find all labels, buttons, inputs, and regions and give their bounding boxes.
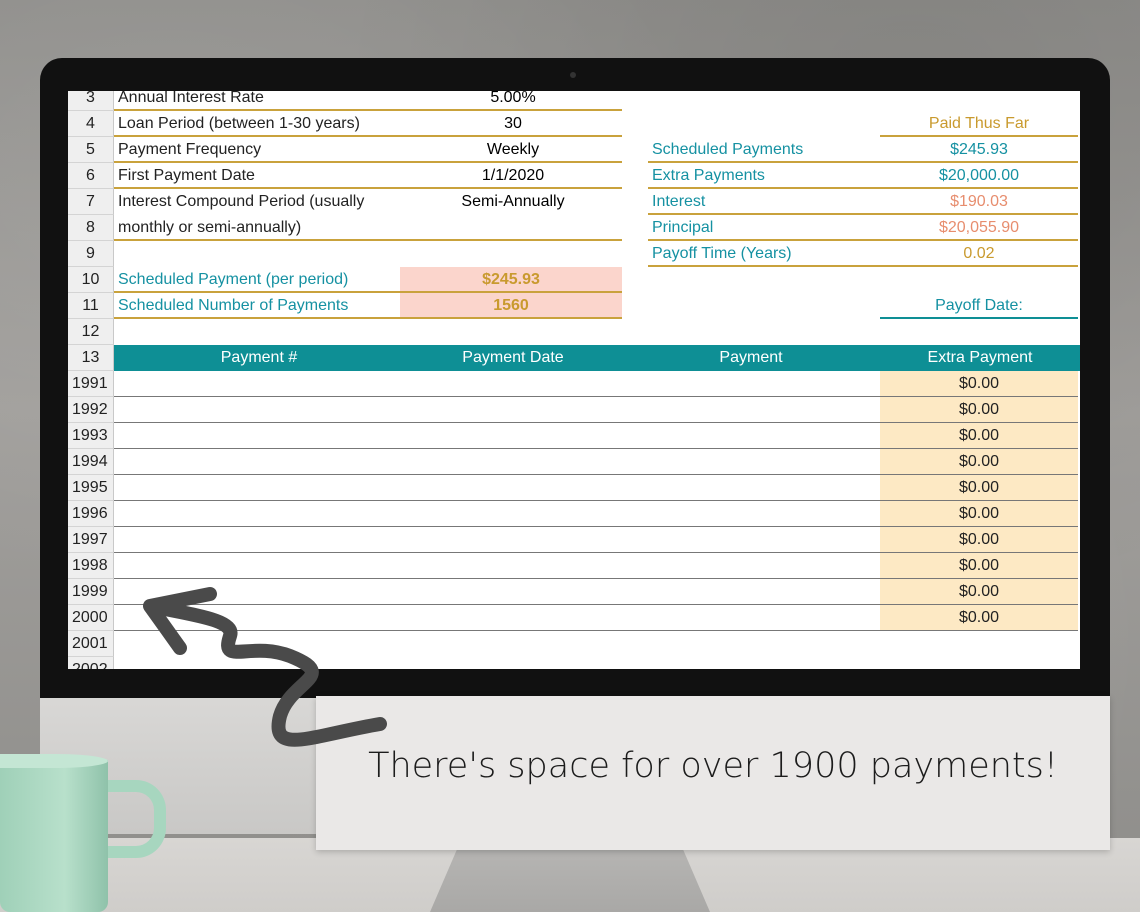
row-number[interactable]: 1994: [68, 449, 114, 475]
scheduled-count-value[interactable]: 1560: [400, 293, 622, 319]
summary-label[interactable]: Scheduled Payments: [648, 137, 880, 163]
table-header-row: 13 Payment # Payment Date Payment Extra …: [68, 345, 1080, 371]
row-number[interactable]: 13: [68, 345, 114, 371]
callout-text: There's space for over 1900 payments!: [368, 746, 1058, 786]
row-number[interactable]: 1997: [68, 527, 114, 553]
camera-dot: [570, 72, 576, 78]
callout-box: There's space for over 1900 payments!: [316, 696, 1110, 850]
col-header-payment-number[interactable]: Payment #: [114, 345, 404, 371]
param-label[interactable]: monthly or semi-annually): [114, 215, 622, 241]
row-number[interactable]: 2000: [68, 605, 114, 631]
table-row: 1994 $0.00: [68, 449, 1080, 475]
row-number[interactable]: 10: [68, 267, 114, 293]
extra-payment-cell[interactable]: $0.00: [880, 449, 1078, 475]
table-cell-empty[interactable]: [114, 553, 880, 579]
table-row: 1996 $0.00: [68, 501, 1080, 527]
param-value[interactable]: Semi-Annually: [404, 189, 622, 215]
spreadsheet-screen: 3 Annual Interest Rate 5.00% 4 Loan Peri…: [68, 91, 1080, 669]
table-row: 1995 $0.00: [68, 475, 1080, 501]
row-number[interactable]: 7: [68, 189, 114, 215]
col-header-payment-date[interactable]: Payment Date: [404, 345, 622, 371]
coffee-mug: [0, 760, 108, 912]
param-label[interactable]: Payment Frequency: [114, 137, 404, 163]
table-cell-empty[interactable]: [114, 397, 880, 423]
mug-rim: [0, 754, 108, 768]
sheet-row: 3 Annual Interest Rate 5.00%: [68, 91, 1080, 111]
row-number[interactable]: 1998: [68, 553, 114, 579]
row-number[interactable]: 1992: [68, 397, 114, 423]
param-label[interactable]: Loan Period (between 1-30 years): [114, 111, 404, 137]
row-number[interactable]: 3: [68, 91, 114, 111]
row-number[interactable]: 6: [68, 163, 114, 189]
param-value[interactable]: Weekly: [404, 137, 622, 163]
row-number[interactable]: 9: [68, 241, 114, 267]
sheet-row: 5 Payment Frequency Weekly Scheduled Pay…: [68, 137, 1080, 163]
param-label[interactable]: Annual Interest Rate: [114, 91, 404, 111]
summary-value[interactable]: 0.02: [880, 241, 1078, 267]
summary-label[interactable]: Extra Payments: [648, 163, 880, 189]
extra-payment-cell[interactable]: $0.00: [880, 371, 1078, 397]
table-cell-empty[interactable]: [114, 423, 880, 449]
table-cell-empty[interactable]: [114, 527, 880, 553]
row-number[interactable]: 2002: [68, 657, 114, 669]
row-number[interactable]: 1991: [68, 371, 114, 397]
table-cell-empty[interactable]: [114, 449, 880, 475]
extra-payment-cell[interactable]: $0.00: [880, 579, 1078, 605]
mug-handle: [98, 780, 166, 858]
summary-value[interactable]: $20,055.90: [880, 215, 1078, 241]
table-row: 1997 $0.00: [68, 527, 1080, 553]
row-number[interactable]: 8: [68, 215, 114, 241]
sheet-row: 6 First Payment Date 1/1/2020 Extra Paym…: [68, 163, 1080, 189]
table-row: 1993 $0.00: [68, 423, 1080, 449]
row-number[interactable]: 2001: [68, 631, 114, 657]
extra-payment-cell[interactable]: $0.00: [880, 423, 1078, 449]
scheduled-label[interactable]: Scheduled Payment (per period): [114, 267, 400, 293]
sheet-row: 10 Scheduled Payment (per period) $245.9…: [68, 267, 1080, 293]
sheet-row: 8 monthly or semi-annually) Principal $2…: [68, 215, 1080, 241]
extra-payment-cell[interactable]: $0.00: [880, 397, 1078, 423]
summary-value[interactable]: $245.93: [880, 137, 1078, 163]
summary-label[interactable]: Interest: [648, 189, 880, 215]
summary-label[interactable]: Payoff Time (Years): [648, 241, 880, 267]
table-cell-empty[interactable]: [114, 501, 880, 527]
table-row: 1991 $0.00: [68, 371, 1080, 397]
extra-payment-cell[interactable]: $0.00: [880, 475, 1078, 501]
sheet-row: 4 Loan Period (between 1-30 years) 30 Pa…: [68, 111, 1080, 137]
param-value[interactable]: 1/1/2020: [404, 163, 622, 189]
sheet-row: 11 Scheduled Number of Payments 1560 Pay…: [68, 293, 1080, 319]
param-label[interactable]: Interest Compound Period (usually: [114, 189, 404, 215]
extra-payment-cell[interactable]: $0.00: [880, 605, 1078, 631]
param-label[interactable]: First Payment Date: [114, 163, 404, 189]
param-value[interactable]: 30: [404, 111, 622, 137]
col-header-payment[interactable]: Payment: [622, 345, 880, 371]
row-number[interactable]: 5: [68, 137, 114, 163]
sheet-row: 9 Payoff Time (Years) 0.02: [68, 241, 1080, 267]
summary-value[interactable]: $20,000.00: [880, 163, 1078, 189]
row-number[interactable]: 1996: [68, 501, 114, 527]
paid-thus-far-header[interactable]: Paid Thus Far: [880, 111, 1078, 137]
row-number[interactable]: 4: [68, 111, 114, 137]
row-number[interactable]: 1999: [68, 579, 114, 605]
table-row: 1992 $0.00: [68, 397, 1080, 423]
col-header-extra-payment[interactable]: Extra Payment: [880, 345, 1080, 371]
table-cell-empty[interactable]: [114, 371, 880, 397]
row-number[interactable]: 11: [68, 293, 114, 319]
extra-payment-cell[interactable]: $0.00: [880, 527, 1078, 553]
sheet-row: 7 Interest Compound Period (usually Semi…: [68, 189, 1080, 215]
row-number[interactable]: 12: [68, 319, 114, 345]
curvy-arrow-icon: [143, 587, 387, 747]
param-value[interactable]: 5.00%: [404, 91, 622, 111]
scheduled-payment-value[interactable]: $245.93: [400, 267, 622, 293]
table-cell-empty[interactable]: [114, 475, 880, 501]
row-number[interactable]: 1995: [68, 475, 114, 501]
extra-payment-cell[interactable]: $0.00: [880, 553, 1078, 579]
scheduled-label[interactable]: Scheduled Number of Payments: [114, 293, 400, 319]
payoff-date-label[interactable]: Payoff Date:: [880, 293, 1078, 319]
table-row: 1998 $0.00: [68, 553, 1080, 579]
row-number[interactable]: 1993: [68, 423, 114, 449]
extra-payment-cell[interactable]: $0.00: [880, 501, 1078, 527]
summary-label[interactable]: Principal: [648, 215, 880, 241]
summary-value[interactable]: $190.03: [880, 189, 1078, 215]
sheet-row: 12: [68, 319, 1080, 345]
